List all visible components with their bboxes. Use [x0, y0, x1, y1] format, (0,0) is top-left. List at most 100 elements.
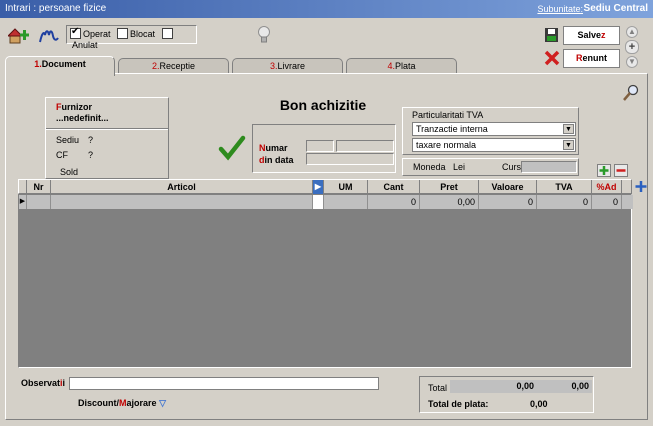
- curs-input[interactable]: [521, 161, 577, 173]
- save-button[interactable]: Salvez: [563, 26, 620, 45]
- col-pret[interactable]: Pret: [420, 180, 479, 195]
- tab-receptie-label: Receptie: [159, 61, 196, 71]
- total-value: 0,00: [516, 381, 534, 391]
- cancel-x-icon[interactable]: [544, 50, 560, 66]
- numar-label-text: umar: [265, 143, 288, 153]
- tranzactie-select[interactable]: Tranzactie interna ▼: [412, 122, 576, 136]
- col-nr[interactable]: Nr: [27, 180, 51, 195]
- col-tva[interactable]: TVA: [537, 180, 592, 195]
- total-plata-label: Total de plata:: [428, 399, 489, 409]
- taxare-select[interactable]: taxare normala ▼: [412, 138, 576, 152]
- moneda-group: Moneda Lei Curs: [402, 158, 579, 176]
- col-cant[interactable]: Cant: [368, 180, 420, 195]
- tab-livrare-num: 3.: [269, 61, 278, 71]
- operat-checkbox[interactable]: [70, 26, 81, 40]
- observatii-label-suffix: i: [62, 378, 66, 388]
- total-tva-value: 0,00: [571, 381, 589, 391]
- tva-group-label: Particularitati TVA: [412, 110, 484, 120]
- furnizor-label-text: urnizor: [61, 102, 93, 112]
- observatii-input[interactable]: [69, 377, 379, 390]
- checkmark-icon: [218, 134, 246, 162]
- articles-grid[interactable]: ▶ 0 0,00 0 0 0: [18, 194, 633, 368]
- status-checkboxes: Operat Blocat Anulat: [66, 25, 197, 50]
- tab-plata[interactable]: 4.Plata: [346, 58, 457, 73]
- col-articol[interactable]: Articol: [51, 180, 313, 195]
- cell-cant[interactable]: 0: [368, 195, 420, 209]
- save-hotkey: z: [601, 30, 606, 40]
- numar-label: Numar: [259, 143, 288, 153]
- tab-document-label: Document: [41, 59, 86, 69]
- row-pointer-icon: ▶: [19, 195, 27, 209]
- subunitate-value: Sediu Central: [583, 3, 648, 14]
- chevron-down-icon[interactable]: ▼: [563, 124, 574, 134]
- observatii-label-text: Observat: [21, 378, 61, 388]
- discount-link[interactable]: Discount/Majorare ▽: [78, 398, 166, 409]
- chevron-down-icon[interactable]: ▽: [159, 398, 166, 408]
- chevron-down-icon[interactable]: ▼: [563, 140, 574, 150]
- numar-serie-input[interactable]: [306, 140, 334, 152]
- numar-input[interactable]: [336, 140, 394, 152]
- save-icon[interactable]: [543, 26, 561, 44]
- blocat-checkbox[interactable]: [117, 28, 129, 40]
- cell-nr[interactable]: [27, 195, 51, 209]
- col-expand-icon[interactable]: ▶: [313, 180, 324, 195]
- cancel-button[interactable]: Renunt: [563, 49, 620, 68]
- discount-hotkey: M: [119, 398, 127, 408]
- total-plata-value: 0,00: [530, 399, 548, 409]
- tab-document[interactable]: 1.Document: [5, 56, 115, 76]
- discount-label: Discount/: [78, 398, 120, 408]
- col-valoare[interactable]: Valoare: [479, 180, 537, 195]
- taxare-value: taxare normala: [416, 140, 477, 150]
- cf-value: ?: [88, 150, 94, 160]
- cell-valoare[interactable]: 0: [479, 195, 537, 209]
- cell-um[interactable]: [324, 195, 368, 209]
- add-column-icon[interactable]: [634, 180, 648, 193]
- tab-plata-num: 4.: [387, 61, 395, 71]
- data-label: din data: [259, 155, 294, 165]
- script-m-icon[interactable]: [38, 27, 60, 45]
- totals-box: Total 0,00 0,00 Total de plata: 0,00: [419, 376, 594, 413]
- total-label: Total: [428, 383, 448, 393]
- moneda-label: Moneda: [413, 162, 446, 172]
- cell-articol[interactable]: [51, 195, 313, 209]
- anulat-checkbox[interactable]: [161, 28, 173, 40]
- sediu-value: ?: [88, 135, 94, 145]
- discount-label-rest: ajorare: [126, 398, 157, 408]
- cell-expand[interactable]: [313, 195, 324, 209]
- tab-document-num: 1.: [34, 59, 42, 69]
- curs-label: Curs: [502, 162, 522, 172]
- tab-plata-label: Plata: [395, 61, 416, 71]
- cell-ad[interactable]: 0: [592, 195, 622, 209]
- plus-icon[interactable]: +: [625, 40, 639, 54]
- furnizor-label[interactable]: Furnizor: [56, 102, 92, 112]
- data-label-text: in data: [264, 155, 294, 165]
- save-label: Salve: [577, 30, 602, 40]
- scroll-down-icon[interactable]: ▼: [626, 56, 638, 68]
- blocat-label: Blocat: [130, 28, 156, 39]
- lightbulb-icon[interactable]: [257, 25, 271, 45]
- document-heading: Bon achizitie: [279, 97, 367, 113]
- magnifier-icon[interactable]: [622, 84, 640, 102]
- moneda-value[interactable]: Lei: [453, 162, 465, 172]
- sold-label: Sold: [60, 167, 79, 177]
- cancel-label: enunt: [582, 53, 608, 63]
- window-title: Intrari : persoane fizice: [5, 3, 107, 14]
- scroll-up-icon[interactable]: ▲: [626, 26, 638, 38]
- operat-label: Operat: [83, 28, 111, 39]
- observatii-label: Observatii: [21, 378, 65, 388]
- col-ad[interactable]: %Ad: [592, 180, 622, 195]
- tab-livrare[interactable]: 3.Livrare: [232, 58, 343, 73]
- cell-tva[interactable]: 0: [537, 195, 592, 209]
- cell-pret[interactable]: 0,00: [420, 195, 479, 209]
- anulat-label: Anulat: [72, 39, 98, 50]
- table-row[interactable]: ▶ 0 0,00 0 0 0: [19, 195, 633, 209]
- col-um[interactable]: UM: [324, 180, 368, 195]
- title-bar: Intrari : persoane fizice Subunitate: Se…: [0, 0, 653, 18]
- subunitate-link[interactable]: Subunitate:: [537, 4, 583, 14]
- tranzactie-value: Tranzactie interna: [416, 124, 488, 134]
- tab-receptie[interactable]: 2.Receptie: [118, 58, 229, 73]
- data-input[interactable]: [306, 153, 394, 165]
- add-document-icon[interactable]: [6, 26, 30, 46]
- add-row-icon[interactable]: [597, 164, 611, 177]
- remove-row-icon[interactable]: [614, 164, 628, 177]
